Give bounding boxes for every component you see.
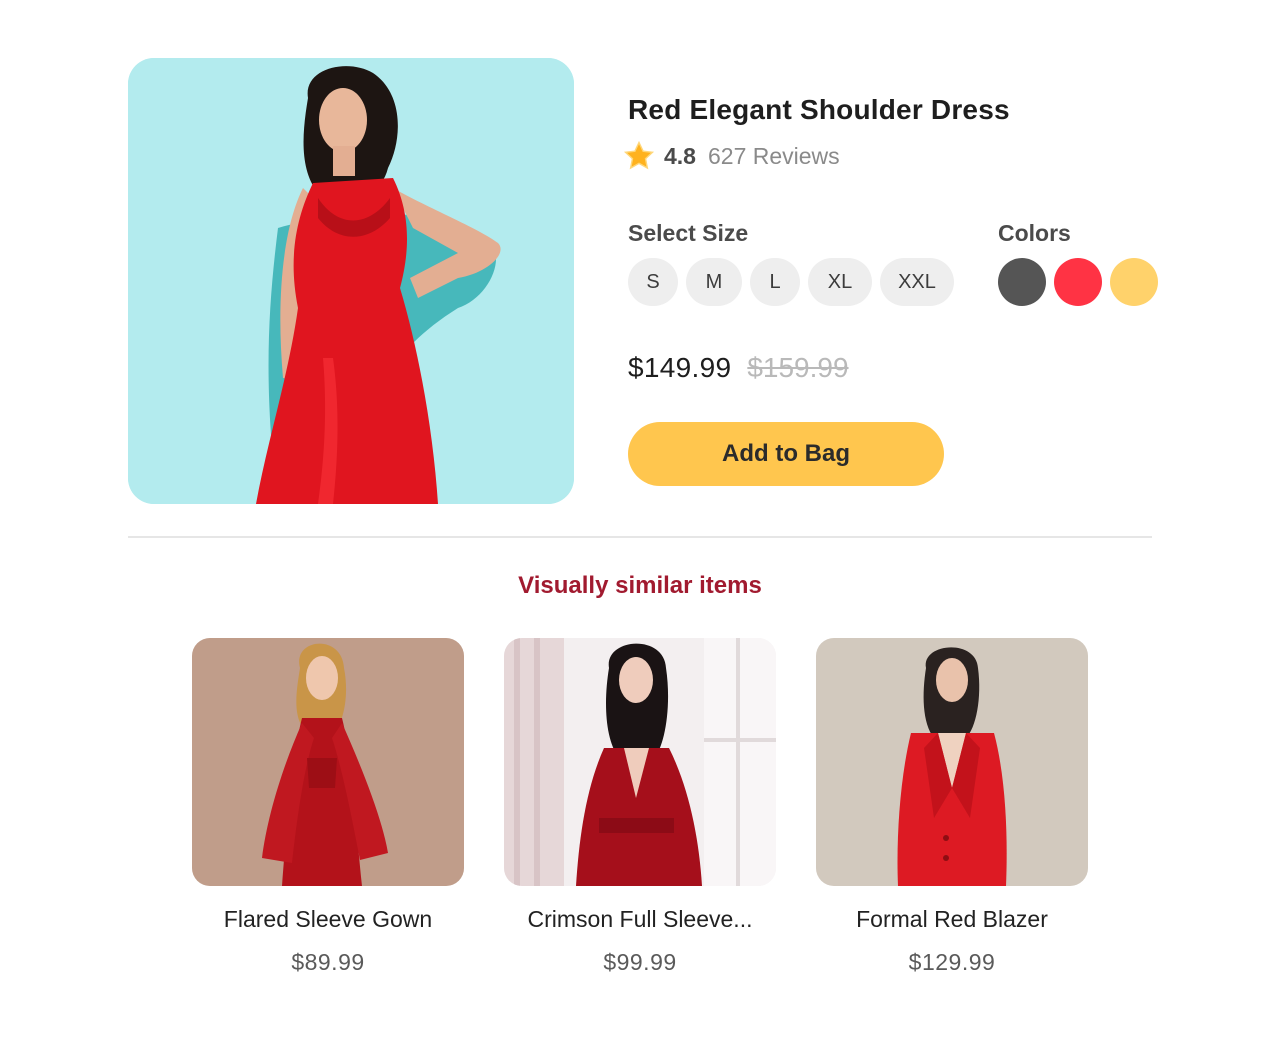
similar-item-image[interactable]: [192, 638, 464, 886]
similar-item-card[interactable]: Formal Red Blazer $129.99: [816, 638, 1088, 976]
crimson-dress-photo: [504, 638, 776, 886]
product-title: Red Elegant Shoulder Dress: [628, 94, 1010, 125]
size-selector: S M L XL XXL: [628, 258, 954, 306]
similar-item-card[interactable]: Flared Sleeve Gown $89.99: [192, 638, 464, 976]
color-swatch-yellow[interactable]: [1110, 258, 1158, 306]
size-option-xl[interactable]: XL: [808, 258, 872, 306]
price-row: $149.99 $159.99: [628, 352, 849, 384]
size-label: Select Size: [628, 220, 749, 246]
rating-value: 4.8: [664, 142, 696, 169]
similar-item-image[interactable]: [504, 638, 776, 886]
rating-row: 4.8 627 Reviews: [622, 140, 840, 172]
color-swatch-gray[interactable]: [998, 258, 1046, 306]
similar-items-heading: Visually similar items: [518, 572, 762, 599]
flared-sleeve-gown-photo: [192, 638, 464, 886]
add-to-bag-button[interactable]: Add to Bag: [628, 422, 944, 486]
woman-in-red-dress-photo: [128, 58, 574, 504]
product-image: [128, 58, 574, 504]
similar-item-price: $129.99: [908, 949, 996, 975]
size-option-l[interactable]: L: [750, 258, 800, 306]
star-icon: [623, 140, 655, 170]
size-option-xxl[interactable]: XXL: [880, 258, 954, 306]
size-option-m[interactable]: M: [686, 258, 742, 306]
similar-item-name: Formal Red Blazer: [856, 906, 1048, 932]
size-option-s[interactable]: S: [628, 258, 678, 306]
red-blazer-photo: [816, 638, 1088, 886]
color-swatch-red[interactable]: [1054, 258, 1102, 306]
colors-label: Colors: [998, 220, 1071, 246]
similar-item-card[interactable]: Crimson Full Sleeve... $99.99: [504, 638, 776, 976]
current-price: $149.99: [628, 352, 732, 383]
similar-item-name: Flared Sleeve Gown: [223, 906, 433, 932]
color-selector: [998, 258, 1158, 306]
review-count[interactable]: 627 Reviews: [708, 143, 840, 170]
similar-item-image[interactable]: [816, 638, 1088, 886]
product-page: Red Elegant Shoulder Dress 4.8 627 Revie…: [0, 0, 1280, 1040]
divider: [128, 536, 1152, 538]
original-price: $159.99: [747, 352, 849, 383]
similar-item-price: $99.99: [603, 949, 677, 975]
similar-item-name: Crimson Full Sleeve...: [527, 906, 753, 932]
similar-item-price: $89.99: [291, 949, 365, 975]
